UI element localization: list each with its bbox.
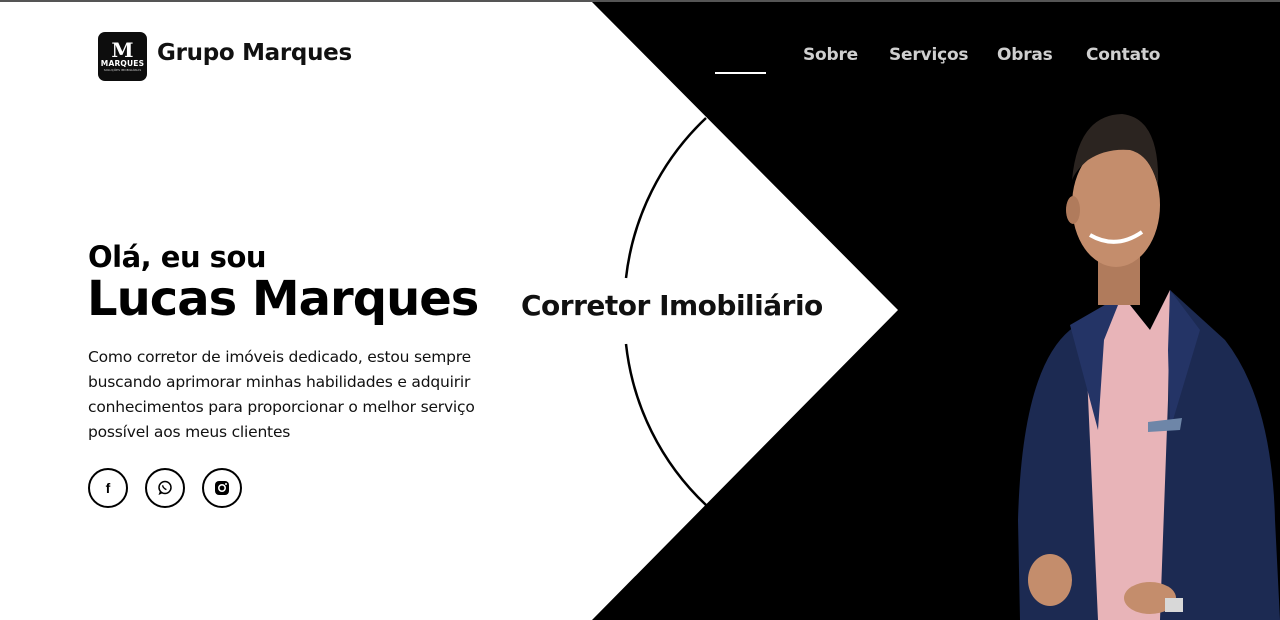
nav-item-obras[interactable]: Obras [997, 45, 1053, 65]
hero-name: Lucas Marques [87, 271, 479, 327]
hero-role: Corretor Imobiliário [521, 289, 823, 322]
whatsapp-icon [158, 480, 172, 495]
brand-name[interactable]: Grupo Marques [157, 40, 352, 66]
instagram-button[interactable] [202, 468, 242, 508]
whatsapp-button[interactable] [145, 468, 185, 508]
facebook-button[interactable]: f [88, 468, 128, 508]
nav-active-indicator [715, 72, 766, 74]
brand-logo[interactable]: M MARQUES SOLUÇÕES IMOBILIÁRIAS [98, 32, 147, 81]
profile-photo [1018, 114, 1280, 620]
facebook-icon: f [105, 480, 111, 496]
nav-item-contato[interactable]: Contato [1086, 45, 1160, 65]
nav-item-servicos[interactable]: Serviços [889, 45, 969, 65]
hero-greeting: Olá, eu sou [88, 240, 267, 274]
instagram-icon [215, 481, 229, 495]
hero-description: Como corretor de imóveis dedicado, estou… [88, 348, 475, 441]
nav-item-sobre[interactable]: Sobre [803, 45, 858, 65]
